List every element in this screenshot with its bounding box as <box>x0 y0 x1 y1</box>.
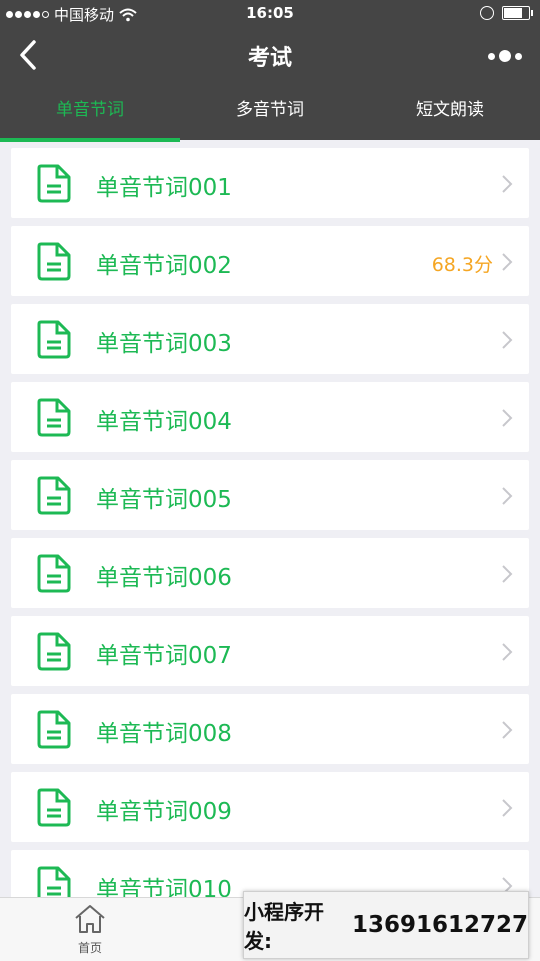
item-title: 单音节词001 <box>96 175 232 201</box>
battery-icon <box>502 6 533 20</box>
chevron-right-icon <box>502 721 513 739</box>
status-bar: 中国移动 16:05 <box>0 0 540 28</box>
document-icon <box>37 398 71 437</box>
tab-bar: 单音节词 多音节词 短文朗读 <box>0 82 540 142</box>
item-title: 单音节词006 <box>96 565 232 591</box>
nav-bar: 考试 <box>0 28 540 82</box>
chevron-right-icon <box>502 643 513 661</box>
exam-list: 单音节词001 单音节词002 68.3分 单音节词003 单音节词004 单音… <box>11 148 529 928</box>
tab-home-label: 首页 <box>77 941 102 955</box>
document-icon <box>37 476 71 515</box>
tab-passage-reading[interactable]: 短文朗读 <box>360 82 540 140</box>
chevron-right-icon <box>502 799 513 817</box>
item-title: 单音节词004 <box>96 409 232 435</box>
rotation-lock-icon <box>480 6 494 20</box>
item-title: 单音节词007 <box>96 643 232 669</box>
tab-single-syllable[interactable]: 单音节词 <box>0 82 180 142</box>
item-title: 单音节词008 <box>96 721 232 747</box>
tab-multi-syllable[interactable]: 多音节词 <box>180 82 360 140</box>
item-title: 单音节词009 <box>96 799 232 825</box>
chevron-right-icon <box>502 487 513 505</box>
chevron-right-icon <box>502 175 513 193</box>
page-title: 考试 <box>247 46 292 71</box>
document-icon <box>37 710 71 749</box>
chevron-right-icon <box>502 331 513 349</box>
document-icon <box>37 554 71 593</box>
item-title: 单音节词003 <box>96 331 232 357</box>
document-icon <box>37 632 71 671</box>
document-icon <box>37 320 71 359</box>
tab-home[interactable]: 首页 <box>60 904 120 956</box>
item-score: 68.3分 <box>431 254 493 276</box>
list-item[interactable]: 单音节词007 <box>11 616 529 686</box>
list-item[interactable]: 单音节词004 <box>11 382 529 452</box>
more-options-icon[interactable] <box>488 50 522 62</box>
document-icon <box>37 788 71 827</box>
list-item[interactable]: 单音节词005 <box>11 460 529 530</box>
item-title: 单音节词002 <box>96 253 232 279</box>
list-item[interactable]: 单音节词006 <box>11 538 529 608</box>
chevron-right-icon <box>502 253 513 271</box>
developer-contact-banner: 小程序开发: 13691612727 <box>243 891 529 959</box>
list-item[interactable]: 单音节词009 <box>11 772 529 842</box>
list-item[interactable]: 单音节词008 <box>11 694 529 764</box>
list-item[interactable]: 单音节词003 <box>11 304 529 374</box>
banner-phone: 13691612727 <box>351 912 528 938</box>
chevron-right-icon <box>502 565 513 583</box>
list-item[interactable]: 单音节词001 <box>11 148 529 218</box>
home-icon <box>75 905 105 933</box>
status-right <box>480 6 533 20</box>
status-time: 16:05 <box>246 4 294 22</box>
banner-label: 小程序开发: <box>244 900 324 953</box>
chevron-right-icon <box>502 409 513 427</box>
document-icon <box>37 164 71 203</box>
document-icon <box>37 242 71 281</box>
item-title: 单音节词005 <box>96 487 232 513</box>
list-item[interactable]: 单音节词002 68.3分 <box>11 226 529 296</box>
